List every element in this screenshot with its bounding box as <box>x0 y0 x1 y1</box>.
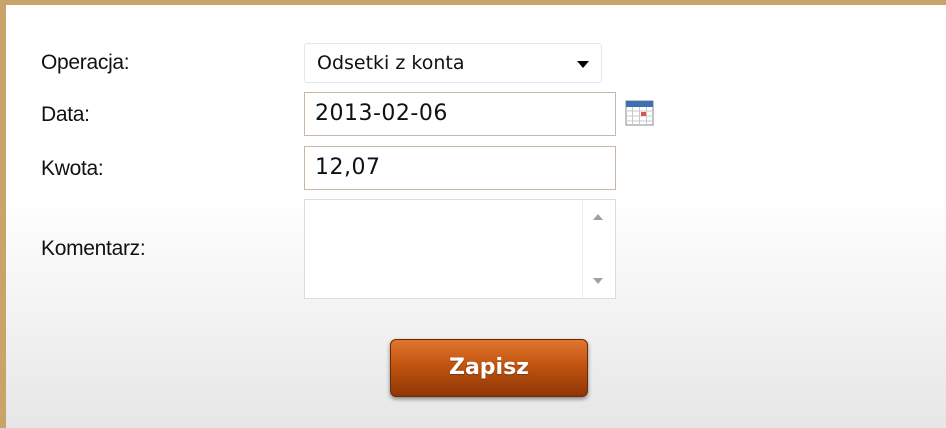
save-button-label: Zapisz <box>449 355 529 380</box>
date-label: Data: <box>41 103 90 126</box>
date-field[interactable]: 2013-02-06 <box>304 92 616 136</box>
chevron-down-icon <box>577 61 589 68</box>
operation-select[interactable]: Odsetki z konta <box>304 43 602 83</box>
operation-label: Operacja: <box>41 51 130 74</box>
amount-field[interactable]: 12,07 <box>304 146 616 190</box>
amount-field-value: 12,07 <box>315 155 381 180</box>
scroll-up-icon[interactable] <box>593 214 603 220</box>
form-panel: Operacja: Odsetki z konta Data: 2013-02-… <box>0 0 946 428</box>
operation-select-value: Odsetki z konta <box>317 52 465 74</box>
comment-scrollbar[interactable] <box>582 200 615 298</box>
calendar-icon[interactable] <box>624 98 656 128</box>
date-field-value: 2013-02-06 <box>315 101 448 126</box>
scroll-down-icon[interactable] <box>593 278 603 284</box>
comment-textarea[interactable] <box>304 199 616 299</box>
amount-label: Kwota: <box>41 157 104 180</box>
save-button[interactable]: Zapisz <box>390 339 588 397</box>
comment-label: Komentarz: <box>41 237 146 260</box>
